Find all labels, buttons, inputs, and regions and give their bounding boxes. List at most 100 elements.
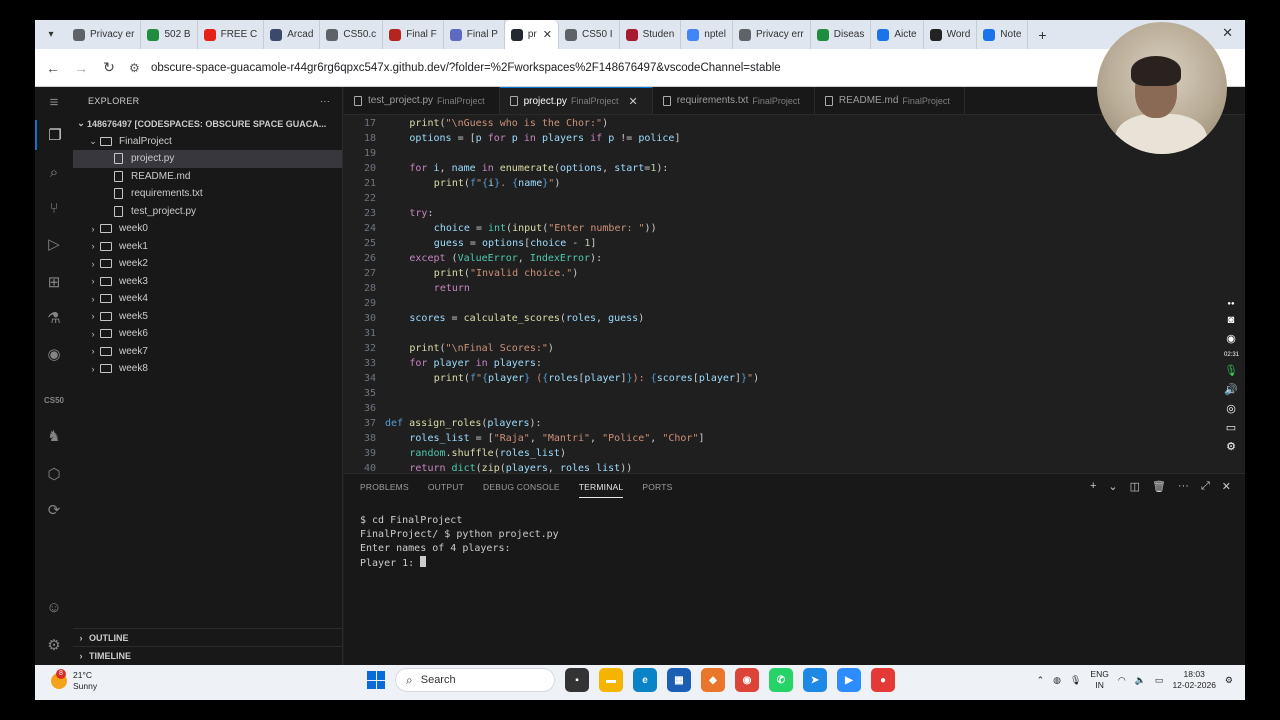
panel-tab-output[interactable]: OUTPUT (428, 477, 464, 497)
speaker-icon[interactable]: 🔊 (1224, 383, 1238, 397)
recorder-app-icon[interactable]: ● (871, 668, 895, 692)
browser-tab[interactable]: Final F (383, 20, 444, 49)
telegram-icon[interactable]: ➤ (803, 668, 827, 692)
folder-item[interactable]: › week5 (73, 308, 342, 326)
zoom-icon[interactable]: ▶ (837, 668, 861, 692)
forward-icon[interactable]: → (67, 60, 95, 76)
workspace-root[interactable]: ⌄ 148676497 [CODESPACES: OBSCURE SPACE G… (73, 115, 342, 133)
browser-tab[interactable]: Arcad (264, 20, 321, 49)
windows-start-icon[interactable] (367, 671, 385, 689)
explorer-icon[interactable]: ❐ (35, 120, 73, 150)
folder-item[interactable]: › week1 (73, 238, 342, 256)
browser-tab[interactable]: Privacy er (67, 20, 142, 49)
language-indicator[interactable]: ENG IN (1090, 669, 1108, 691)
url-field[interactable]: ⚙ obscure-space-guacamole-r44gr6rg6qpxc5… (129, 55, 781, 81)
file-item[interactable]: requirements.txt (73, 185, 342, 203)
browser-tab[interactable]: Note (977, 20, 1029, 49)
folder-item[interactable]: › week6 (73, 325, 342, 343)
app-icon[interactable]: ◆ (701, 668, 725, 692)
microphone-icon[interactable]: 🎙 (1224, 364, 1238, 378)
remote-icon[interactable]: ⟳ (35, 495, 73, 525)
accounts-icon[interactable]: ☺ (35, 592, 73, 622)
browser-tab[interactable]: pr ✕ (504, 20, 559, 49)
duck-icon[interactable]: ♞ (35, 421, 73, 451)
site-info-icon[interactable]: ⚙ (129, 61, 143, 75)
close-tab-icon[interactable]: ✕ (543, 28, 552, 41)
panel-tab-debug-console[interactable]: DEBUG CONSOLE (483, 477, 560, 497)
more-actions-icon[interactable]: ··· (1178, 480, 1189, 493)
camera-icon[interactable]: ◙ (1224, 313, 1238, 327)
run-debug-icon[interactable]: ▷ (35, 229, 73, 259)
browser-tab[interactable]: CS50.c (320, 20, 384, 49)
new-terminal-icon[interactable]: + (1090, 480, 1096, 493)
timeline-section[interactable]: › TIMELINE (73, 646, 343, 664)
close-tab-icon[interactable]: ✕ (628, 95, 637, 108)
cube-icon[interactable]: ⬡ (35, 459, 73, 489)
editor-tab[interactable]: project.py FinalProject ✕ (499, 87, 653, 114)
browser-tab[interactable]: Final P (444, 20, 505, 49)
notifications-icon[interactable]: ⚙ (1225, 675, 1233, 686)
folder-item[interactable]: › week0 (73, 220, 342, 238)
browser-tab[interactable]: Diseas (811, 20, 872, 49)
record-icon[interactable]: ◉ (1224, 332, 1238, 346)
explorer-more-button[interactable]: ··· (320, 96, 330, 106)
maximize-panel-icon[interactable]: ⤢ (1201, 480, 1210, 493)
folder-item[interactable]: › week7 (73, 343, 342, 361)
reload-icon[interactable]: ↻ (95, 59, 123, 76)
panel-tab-terminal[interactable]: TERMINAL (578, 477, 624, 498)
file-item[interactable]: project.py (73, 150, 342, 168)
menu-icon[interactable]: ≡ (35, 87, 73, 117)
taskbar-search[interactable]: ⌕ Search (395, 668, 555, 692)
browser-tab[interactable]: FREE C (198, 20, 265, 49)
mic-tray-icon[interactable]: 🎙 (1070, 675, 1081, 686)
battery-icon[interactable]: ▭ (1155, 675, 1164, 686)
editor-tab[interactable]: test_project.py FinalProject (344, 87, 500, 114)
browser-tab[interactable]: Studen (620, 20, 682, 49)
source-control-icon[interactable]: ⑂ (35, 193, 73, 223)
tab-list-chevron-icon[interactable]: ▾ (35, 20, 67, 49)
editor-tab[interactable]: README.md FinalProject (815, 87, 965, 114)
split-terminal-icon[interactable]: ◫ (1130, 480, 1140, 493)
close-window-button[interactable]: ✕ (1222, 25, 1233, 41)
cs50-icon[interactable]: CS50 (35, 385, 73, 415)
folder-item[interactable]: › week3 (73, 273, 342, 291)
store-icon[interactable]: ▦ (667, 668, 691, 692)
browser-tab[interactable]: CS50 I (559, 20, 620, 49)
editor-tab[interactable]: requirements.txt FinalProject (653, 87, 815, 114)
new-tab-button[interactable]: + (1028, 27, 1056, 43)
file-item[interactable]: README.md (73, 168, 342, 186)
github-icon[interactable]: ◉ (35, 339, 73, 369)
panel-tab-problems[interactable]: PROBLEMS (360, 477, 409, 497)
close-panel-icon[interactable]: ✕ (1222, 480, 1231, 493)
dots-icon[interactable]: ●● (1224, 300, 1238, 308)
extensions-icon[interactable]: ⊞ (35, 267, 73, 297)
file-item[interactable]: test_project.py (73, 203, 342, 221)
outline-section[interactable]: › OUTLINE (73, 628, 343, 646)
window-icon[interactable]: ▭ (1224, 421, 1238, 435)
settings-gear-icon[interactable]: ⚙ (35, 630, 73, 660)
trash-icon[interactable]: 🗑 (1152, 480, 1166, 493)
clock[interactable]: 18:03 12-02-2026 (1172, 669, 1215, 691)
chrome-icon[interactable]: ◉ (735, 668, 759, 692)
terminal-dropdown-icon[interactable]: ⌄ (1108, 480, 1117, 493)
chevron-up-icon[interactable]: ⌃ (1037, 675, 1045, 686)
wifi-icon[interactable]: ◠ (1118, 675, 1126, 686)
whatsapp-icon[interactable]: ✆ (769, 668, 793, 692)
panel-tab-ports[interactable]: PORTS (642, 477, 672, 497)
browser-tab[interactable]: Privacy err (733, 20, 811, 49)
terminal-output[interactable]: $ cd FinalProject FinalProject/ $ python … (360, 514, 559, 571)
search-icon[interactable]: ⌕ (35, 157, 73, 187)
browser-tab[interactable]: nptel (681, 20, 733, 49)
edge-icon[interactable]: e (633, 668, 657, 692)
volume-icon[interactable]: 🔈 (1135, 675, 1146, 686)
browser-tab[interactable]: Aicte (871, 20, 924, 49)
code-editor[interactable]: 17 print("\nGuess who is the Chor:") 18 opt… (344, 115, 1245, 473)
file-explorer-icon[interactable]: ▬ (599, 668, 623, 692)
folder-item[interactable]: › week4 (73, 290, 342, 308)
browser-tab[interactable]: 502 B (141, 20, 198, 49)
task-view-icon[interactable]: ▪ (565, 668, 589, 692)
webcam-toggle-icon[interactable]: ◎ (1224, 402, 1238, 416)
browser-tab[interactable]: Word (924, 20, 978, 49)
network-app-icon[interactable]: ◍ (1053, 675, 1061, 686)
testing-icon[interactable]: ⚗ (35, 303, 73, 333)
